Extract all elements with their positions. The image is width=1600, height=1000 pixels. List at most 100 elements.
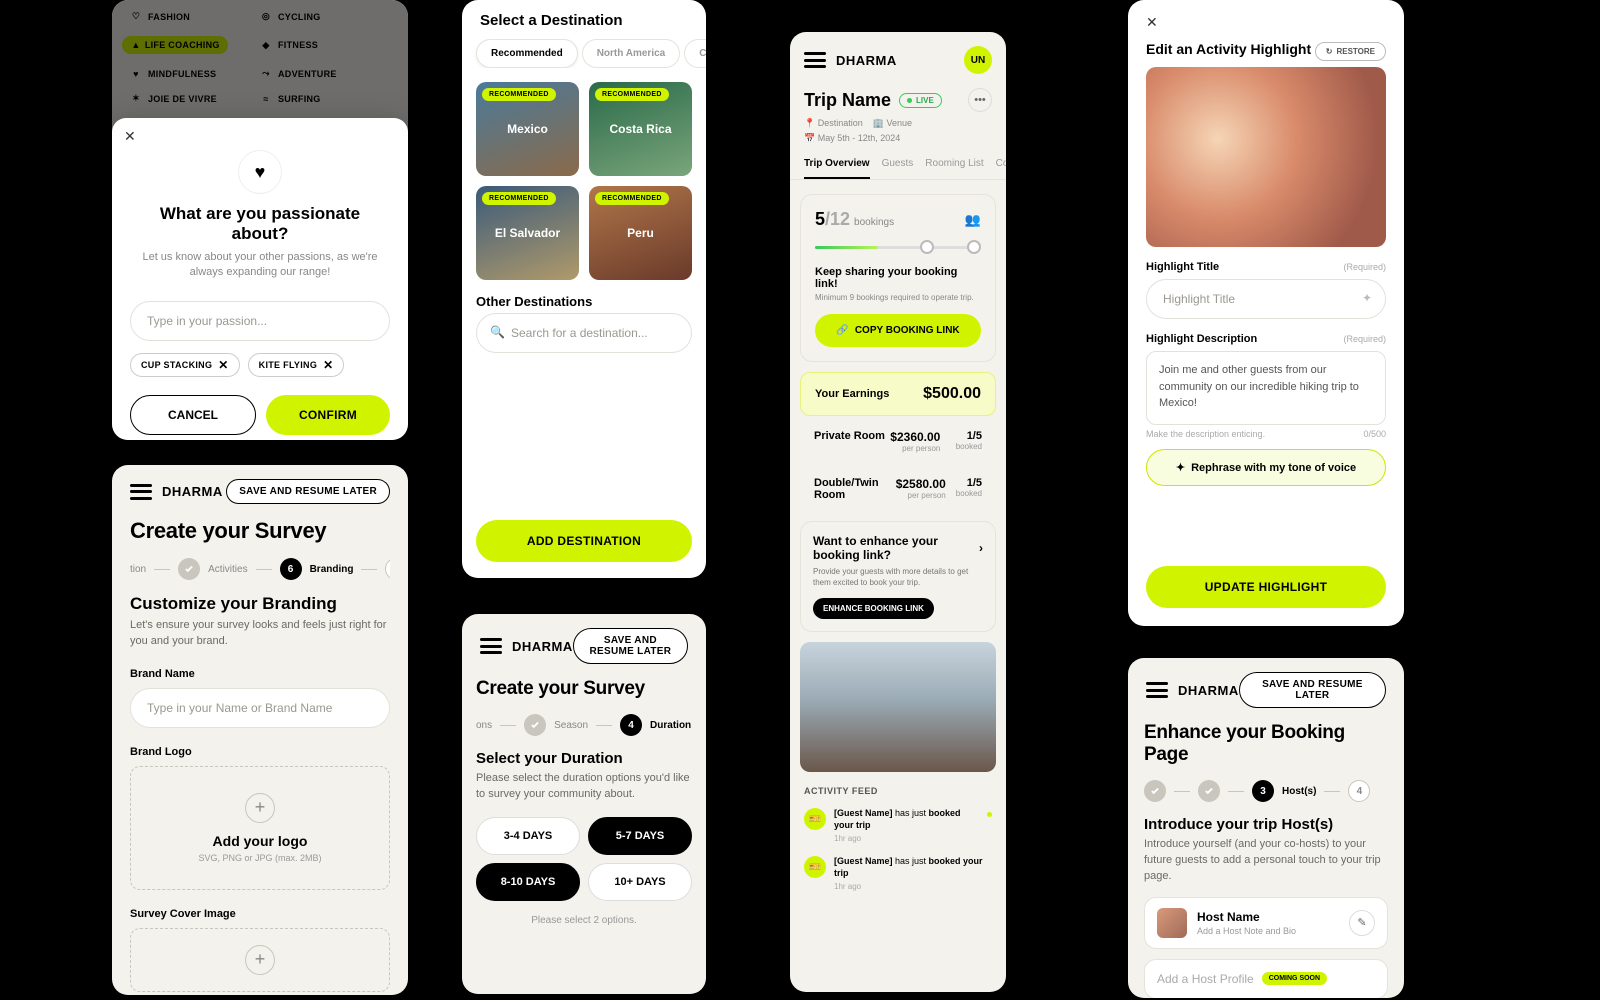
step-done-icon <box>524 714 546 736</box>
feed-item[interactable]: 🎫 [Guest Name] has just booked your trip… <box>790 850 1006 898</box>
tab-cohosts[interactable]: Co-Hosts <box>996 158 1006 179</box>
add-destination-button[interactable]: ADD DESTINATION <box>476 520 692 562</box>
heart-icon: ♥ <box>238 150 282 194</box>
sparkle-icon[interactable]: ✦ <box>1362 291 1372 305</box>
duration-5-7[interactable]: 5-7 DAYS <box>588 817 692 855</box>
restore-button[interactable]: ↻ RESTORE <box>1315 42 1386 61</box>
step-active: 6 <box>280 558 302 580</box>
cover-dropzone[interactable]: + <box>130 928 390 992</box>
section-title: Introduce your trip Host(s) <box>1144 816 1388 833</box>
update-highlight-button[interactable]: UPDATE HIGHLIGHT <box>1146 566 1386 608</box>
enhance-card: Want to enhance your booking link?› Prov… <box>800 521 996 632</box>
host-card[interactable]: Host NameAdd a Host Note and Bio ✎ <box>1144 897 1388 949</box>
highlight-image[interactable] <box>1146 67 1386 247</box>
duration-hint: Please select 2 options. <box>462 915 706 926</box>
save-resume-button[interactable]: SAVE AND RESUME LATER <box>573 628 688 664</box>
tab-trip-overview[interactable]: Trip Overview <box>804 158 870 179</box>
logo: DHARMA <box>512 639 573 654</box>
cover-image-label: Survey Cover Image <box>130 908 390 920</box>
ticket-icon: 🎫 <box>804 808 826 830</box>
chip-remove-icon[interactable]: ✕ <box>323 358 333 372</box>
dest-mexico[interactable]: RECOMMENDEDMexico <box>476 82 579 176</box>
interests-panel: ♡FASHION◎CYCLING ▲ LIFE COACHING◆FITNESS… <box>112 0 408 440</box>
cancel-button[interactable]: CANCEL <box>130 395 256 435</box>
enhance-booking-panel: DHARMA SAVE AND RESUME LATER Enhance you… <box>1128 658 1404 998</box>
modal-title: What are you passionate about? <box>130 204 390 244</box>
trip-overview-panel: DHARMA UN Trip Name LIVE ••• 📍 Destinati… <box>790 32 1006 992</box>
duration-10-plus[interactable]: 10+ DAYS <box>588 863 692 901</box>
brand-name-input[interactable] <box>130 688 390 728</box>
modal-subtitle: Let us know about your other passions, a… <box>130 250 390 281</box>
bookings-card: 5/12bookings 👥 Keep sharing your booking… <box>800 194 996 362</box>
brand-name-label: Brand Name <box>130 668 390 680</box>
link-icon: 🔗 <box>836 325 848 336</box>
highlight-title-input[interactable] <box>1146 279 1386 319</box>
dest-costa-rica[interactable]: RECOMMENDEDCosta Rica <box>589 82 692 176</box>
logo-dropzone[interactable]: + Add your logo SVG, PNG or JPG (max. 2M… <box>130 766 390 890</box>
destination-search-input[interactable] <box>476 313 692 353</box>
room-double[interactable]: Double/Twin Room $2580.00per person 1/5b… <box>800 467 996 511</box>
chevron-right-icon[interactable]: › <box>979 541 983 555</box>
tab-recommended[interactable]: Recommended <box>476 39 578 68</box>
rephrase-button[interactable]: ✦Rephrase with my tone of voice <box>1146 449 1386 486</box>
dest-peru[interactable]: RECOMMENDEDPeru <box>589 186 692 280</box>
share-message: Keep sharing your booking link! <box>815 266 981 290</box>
highlight-desc-textarea[interactable]: Join me and other guests from our commun… <box>1146 351 1386 425</box>
tab-north-america[interactable]: North America <box>582 39 681 68</box>
menu-icon[interactable] <box>1146 682 1168 698</box>
room-private[interactable]: Private Room $2360.00per person 1/5booke… <box>800 420 996 463</box>
chip-cup-stacking[interactable]: CUP STACKING✕ <box>130 353 240 377</box>
host-avatar <box>1157 908 1187 938</box>
save-resume-button[interactable]: SAVE AND RESUME LATER <box>1239 672 1386 708</box>
sparkle-icon: ✦ <box>1176 461 1185 474</box>
page-title: Enhance your Booking Page <box>1144 722 1388 766</box>
destination-panel: Select a Destination Recommended North A… <box>462 0 706 578</box>
earnings-row: Your Earnings $500.00 <box>800 372 996 416</box>
edit-icon[interactable]: ✎ <box>1349 910 1375 936</box>
step-active: 3 <box>1252 780 1274 802</box>
stepper: tion Activities 6 Branding 7 Wording <box>130 558 390 580</box>
trip-hero-image <box>800 642 996 772</box>
highlight-desc-label: Highlight Description <box>1146 333 1257 345</box>
confirm-button[interactable]: CONFIRM <box>266 395 390 435</box>
close-icon[interactable]: ✕ <box>1146 14 1158 31</box>
destination-meta: 📍 Destination <box>804 118 863 129</box>
live-badge: LIVE <box>899 93 942 108</box>
feed-item[interactable]: 🎫 [Guest Name] has just booked your trip… <box>790 802 1006 850</box>
section-subtitle: Please select the duration options you'd… <box>476 771 692 803</box>
step-done-icon <box>1198 780 1220 802</box>
passion-input[interactable] <box>130 301 390 341</box>
close-icon[interactable]: ✕ <box>124 128 136 145</box>
tab-rooming[interactable]: Rooming List <box>925 158 983 179</box>
stepper: ons Season 4 Duration 5 Activities <box>476 714 692 736</box>
page-title: Create your Survey <box>130 518 390 544</box>
section-subtitle: Introduce yourself (and your co-hosts) t… <box>1144 837 1388 885</box>
save-resume-button[interactable]: SAVE AND RESUME LATER <box>226 479 390 504</box>
trip-title: Trip Name <box>804 90 891 111</box>
coming-soon-badge: COMING SOON <box>1262 972 1327 985</box>
ticket-icon: 🎫 <box>804 856 826 878</box>
logo: DHARMA <box>162 484 223 499</box>
step-done-icon <box>1144 780 1166 802</box>
panel-title: Edit an Activity Highlight <box>1146 35 1311 67</box>
copy-link-button[interactable]: 🔗COPY BOOKING LINK <box>815 314 981 347</box>
duration-3-4[interactable]: 3-4 DAYS <box>476 817 580 855</box>
other-destinations-label: Other Destinations <box>462 294 706 309</box>
chip-remove-icon[interactable]: ✕ <box>218 358 228 372</box>
menu-icon[interactable] <box>480 638 502 654</box>
page-title: Create your Survey <box>476 678 692 700</box>
more-icon[interactable]: ••• <box>968 88 992 112</box>
tab-central-america[interactable]: Central A <box>684 39 706 68</box>
menu-icon[interactable] <box>804 52 826 68</box>
duration-8-10[interactable]: 8-10 DAYS <box>476 863 580 901</box>
section-title: Select your Duration <box>476 750 692 767</box>
activity-feed-heading: ACTIVITY FEED <box>804 786 992 796</box>
plus-icon: + <box>245 945 275 975</box>
enhance-link-button[interactable]: ENHANCE BOOKING LINK <box>813 598 934 619</box>
edit-highlight-panel: ✕ Edit an Activity Highlight ↻ RESTORE H… <box>1128 0 1404 626</box>
dest-el-salvador[interactable]: RECOMMENDEDEl Salvador <box>476 186 579 280</box>
menu-icon[interactable] <box>130 484 152 500</box>
tab-guests[interactable]: Guests <box>882 158 914 179</box>
chip-kite-flying[interactable]: KITE FLYING✕ <box>248 353 345 377</box>
avatar[interactable]: UN <box>964 46 992 74</box>
